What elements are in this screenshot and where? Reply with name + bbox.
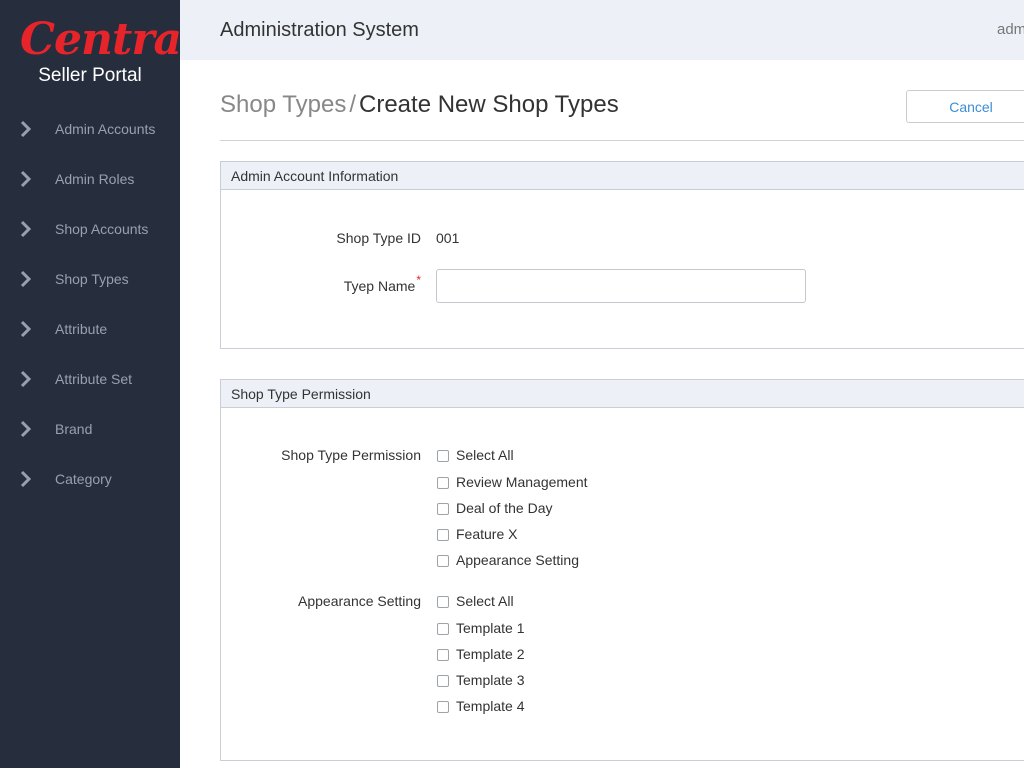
app-title: Administration System [220, 19, 419, 41]
checkbox[interactable] [437, 477, 449, 489]
checkbox[interactable] [437, 675, 449, 687]
sidebar-item-label: Shop Accounts [55, 221, 149, 237]
logo-text: Central [20, 14, 198, 65]
sidebar-item-admin-roles[interactable]: Admin Roles [0, 154, 180, 204]
sidebar-item-label: Admin Roles [55, 171, 135, 187]
chevron-right-icon [20, 220, 32, 238]
sidebar-item-label: Category [55, 471, 112, 487]
page-title: Create New Shop Types [359, 91, 619, 118]
chevron-right-icon [20, 470, 32, 488]
breadcrumb-separator: / [349, 91, 356, 118]
checkbox-label: Select All [456, 593, 514, 609]
checkbox-label: Template 2 [456, 646, 525, 662]
chevron-right-icon [20, 170, 32, 188]
breadcrumb: Shop Types / Create New Shop Types [220, 90, 619, 120]
required-mark: * [416, 273, 421, 287]
heading-divider [220, 140, 1024, 141]
sidebar-item-label: Attribute [55, 321, 108, 337]
checkbox-label: Feature X [456, 526, 518, 542]
admin-account-panel: Admin Account Information Shop Type ID 0… [220, 161, 1024, 349]
panel-title: Shop Type Permission [221, 380, 1024, 408]
sidebar-item-label: Admin Accounts [55, 121, 156, 137]
type-name-label-row: Tyep Name* [221, 273, 421, 296]
sidebar-item-label: Brand [55, 421, 93, 437]
chevron-right-icon [20, 120, 32, 138]
checkbox-label: Select All [456, 447, 514, 463]
checkbox[interactable] [437, 450, 449, 462]
sidebar-item-category[interactable]: Category [0, 454, 180, 504]
chevron-right-icon [20, 420, 32, 438]
cancel-button[interactable]: Cancel [906, 90, 1024, 123]
sidebar-item-label: Attribute Set [55, 371, 133, 387]
sidebar: Central Seller Portal Admin Accounts Adm… [0, 0, 198, 768]
type-name-input[interactable] [436, 269, 806, 303]
checkbox-label: Template 1 [456, 620, 525, 636]
checkbox[interactable] [437, 623, 449, 635]
sidebar-nav: Admin Accounts Admin Roles Shop Accounts… [0, 104, 180, 504]
sidebar-item-shop-types[interactable]: Shop Types [0, 254, 180, 304]
shop-type-permission-label: Shop Type Permission [281, 447, 421, 463]
checkbox-label: Template 3 [456, 672, 525, 688]
chevron-right-icon [20, 320, 32, 338]
chevron-right-icon [20, 370, 32, 388]
panel-title: Admin Account Information [221, 162, 1024, 190]
checkbox[interactable] [437, 701, 449, 713]
checkbox-label: Appearance Setting [456, 552, 579, 568]
checkbox-label: Deal of the Day [456, 500, 553, 516]
appearance-setting-label: Appearance Setting [298, 593, 421, 609]
type-name-label: Tyep Name [343, 278, 416, 294]
sidebar-item-admin-accounts[interactable]: Admin Accounts [0, 104, 180, 154]
chevron-right-icon [20, 270, 32, 288]
sidebar-item-attribute-set[interactable]: Attribute Set [0, 354, 180, 404]
sidebar-item-label: Shop Types [55, 271, 129, 287]
checkbox-label: Review Management [456, 474, 588, 490]
sidebar-item-brand[interactable]: Brand [0, 404, 180, 454]
checkbox[interactable] [437, 555, 449, 567]
shop-type-permission-panel: Shop Type Permission Shop Type Permissio… [220, 379, 1024, 761]
checkbox-label: Template 4 [456, 698, 525, 714]
sidebar-item-shop-accounts[interactable]: Shop Accounts [0, 204, 180, 254]
checkbox[interactable] [437, 529, 449, 541]
sidebar-item-attribute[interactable]: Attribute [0, 304, 180, 354]
user-menu[interactable]: adm [997, 21, 1024, 39]
shop-type-id-value: 001 [436, 230, 460, 246]
checkbox[interactable] [437, 596, 449, 608]
checkbox[interactable] [437, 503, 449, 515]
logo[interactable]: Central Seller Portal [0, 0, 198, 104]
shop-type-id-label: Shop Type ID [336, 230, 421, 246]
checkbox[interactable] [437, 649, 449, 661]
breadcrumb-link-shop-types[interactable]: Shop Types [220, 91, 346, 118]
top-bar: Administration System adm [180, 0, 1024, 60]
logo-subtitle: Seller Portal [38, 65, 142, 86]
